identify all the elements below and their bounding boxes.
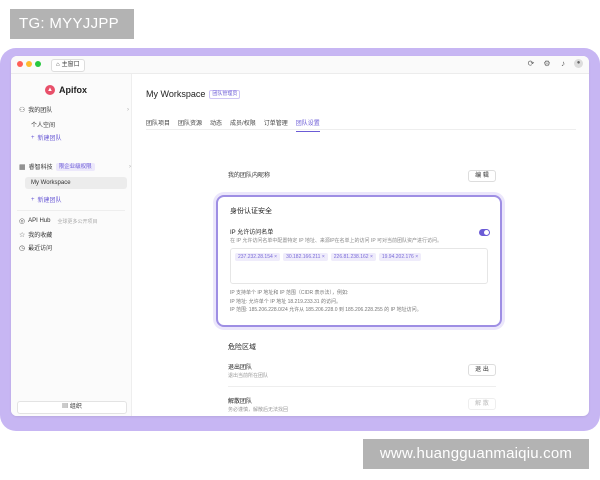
apifox-logo-icon: ▲: [45, 85, 55, 95]
ip-whitelist-description: 在 IP 允许访问名单中配置特定 IP 地址、来源IP在名单上的访问 IP 可对…: [230, 238, 442, 244]
edit-nickname-button[interactable]: 编 辑: [468, 170, 496, 182]
api-hub-description: 全球更多公开项目: [57, 218, 98, 225]
close-icon[interactable]: ×: [415, 254, 418, 260]
workspace-title: My Workspace: [146, 89, 206, 99]
ip-chip-value: 19.94.202.176: [381, 254, 414, 260]
avatar[interactable]: ●: [574, 59, 583, 68]
building-icon: ▤: [62, 404, 69, 410]
chevron-right-icon: ›: [129, 163, 131, 170]
bell-icon[interactable]: ♪: [558, 59, 568, 69]
ip-chip[interactable]: 19.94.202.176 ×: [378, 253, 422, 261]
ip-chip-value: 226.81.238.162: [333, 254, 369, 260]
sidebar-item-api-hub[interactable]: ◎ API Hub 全球更多公开项目: [19, 217, 97, 225]
sidebar-new-team-button[interactable]: + 新建团队: [31, 133, 62, 143]
sidebar-item-label: 我的团队: [28, 108, 53, 114]
sidebar-item-team[interactable]: ▦ 睿智科技 限企业级权限 ›: [19, 162, 131, 171]
security-title: 身份认证安全: [230, 208, 272, 215]
ip-help-notes: IP 支持单个 IP 地址和 IP 范围（CIDR 表示法），例如: IP 地址…: [230, 289, 422, 315]
sidebar-item-label: 我的收藏: [28, 233, 53, 239]
plus-icon: +: [31, 196, 35, 203]
building-icon: ▦: [19, 163, 26, 171]
ip-note-2: IP 地址: 允许单个 IP 地址 18.219.233.31 的访问。: [230, 298, 341, 305]
title-bar: ⌂ 主窗口 ⟳ ⚙ ♪ ●: [11, 56, 589, 74]
danger-divider: [228, 386, 496, 387]
minimize-window-button[interactable]: [26, 61, 32, 67]
clock-icon: ◷: [19, 244, 26, 252]
organization-label: 组织: [69, 404, 82, 410]
ip-chip-value: 237.232.28.154: [238, 254, 273, 260]
app-window: ⌂ 主窗口 ⟳ ⚙ ♪ ● ▲ Apifox ⚇ 我的团队 › 个人空间 + 新…: [11, 56, 589, 416]
tab-divider: [146, 129, 576, 130]
dissolve-team-label: 解散团队: [228, 399, 253, 405]
close-window-button[interactable]: [17, 61, 23, 67]
top-watermark-label: TG: MYYJJPP: [10, 9, 134, 39]
sidebar-item-my-team[interactable]: ⚇ 我的团队 ›: [19, 105, 129, 115]
ip-chip-list: 237.232.28.154 × 30.182.166.211 × 226.81…: [235, 253, 422, 261]
leave-team-button[interactable]: 退 出: [468, 364, 496, 376]
titlebar-actions: ⟳ ⚙ ♪ ●: [526, 59, 583, 69]
ip-note-1: IP 支持单个 IP 地址和 IP 范围（CIDR 表示法），例如:: [230, 290, 349, 296]
chevron-right-icon: ›: [127, 106, 129, 113]
gear-icon[interactable]: ⚙: [542, 59, 552, 69]
refresh-icon[interactable]: ⟳: [526, 59, 536, 69]
ip-note-3: IP 范围: 185.206.228.0/24 允许从 185.206.228.…: [230, 307, 422, 313]
ip-chip[interactable]: 237.232.28.154 ×: [235, 253, 281, 261]
plus-icon: +: [31, 134, 35, 141]
sidebar-item-label: 睿智科技: [28, 165, 53, 171]
organization-button[interactable]: ▤ 组织: [17, 401, 127, 414]
sidebar-item-my-workspace[interactable]: My Workspace: [25, 177, 127, 189]
leave-team-description: 退出当前所在团队: [228, 373, 269, 379]
sidebar-item-favorites[interactable]: ☆ 我的收藏: [19, 230, 53, 240]
ip-chip-value: 30.182.166.211: [286, 254, 321, 260]
page-title: My Workspace 团队管理员: [146, 89, 241, 99]
home-tab[interactable]: ⌂ 主窗口: [51, 59, 85, 72]
bottom-watermark-label: www.huangguanmaiqiu.com: [363, 439, 589, 469]
enterprise-badge: 限企业级权限: [55, 162, 95, 171]
team-icon: ⚇: [19, 106, 26, 114]
sidebar-item-label: API Hub: [28, 218, 51, 224]
ip-whitelist-label: IP 允许访问名单: [230, 230, 274, 236]
maximize-window-button[interactable]: [35, 61, 41, 67]
ip-whitelist-toggle[interactable]: [479, 229, 490, 236]
role-badge: 团队管理员: [209, 89, 241, 99]
danger-zone-title: 危险区域: [228, 344, 256, 351]
home-icon: ⌂: [56, 62, 60, 68]
nickname-label: 我的团队内昵称: [228, 173, 271, 179]
ip-chip[interactable]: 226.81.238.162 ×: [330, 253, 376, 261]
close-icon[interactable]: ×: [370, 254, 373, 260]
sidebar-item-personal-space[interactable]: 个人空间: [31, 120, 55, 129]
hub-icon: ◎: [19, 218, 26, 225]
close-icon[interactable]: ×: [322, 254, 325, 260]
brand-name: Apifox: [59, 85, 87, 95]
dissolve-team-description: 务必谨慎，解散后无法找回: [228, 407, 289, 413]
brand-logo: ▲ Apifox: [45, 85, 87, 95]
sidebar-divider: [17, 210, 125, 211]
leave-team-label: 退出团队: [228, 365, 253, 371]
new-team-label: 新建团队: [37, 198, 62, 204]
main-content: My Workspace 团队管理员 团队项目 团队资源 动态 成员/权限 订单…: [132, 74, 589, 416]
close-icon[interactable]: ×: [274, 254, 277, 260]
new-team-label: 新建团队: [37, 136, 62, 142]
sidebar-new-team-button-2[interactable]: + 新建团队: [31, 195, 62, 205]
security-card: 身份认证安全 IP 允许访问名单 在 IP 允许访问名单中配置特定 IP 地址、…: [216, 195, 502, 327]
home-tab-label: 主窗口: [61, 62, 80, 68]
star-icon: ☆: [19, 231, 26, 239]
sidebar-item-label: 个人空间: [31, 123, 56, 129]
sidebar-item-label: 最近访问: [28, 246, 53, 252]
sidebar-item-recent[interactable]: ◷ 最近访问: [19, 243, 53, 253]
ip-chip[interactable]: 30.182.166.211 ×: [283, 253, 328, 261]
sidebar: ▲ Apifox ⚇ 我的团队 › 个人空间 + 新建团队 ▦ 睿智科技 限企业…: [11, 74, 132, 416]
dissolve-team-button[interactable]: 解 散: [468, 398, 496, 410]
ip-list-input[interactable]: 237.232.28.154 × 30.182.166.211 × 226.81…: [230, 248, 488, 284]
